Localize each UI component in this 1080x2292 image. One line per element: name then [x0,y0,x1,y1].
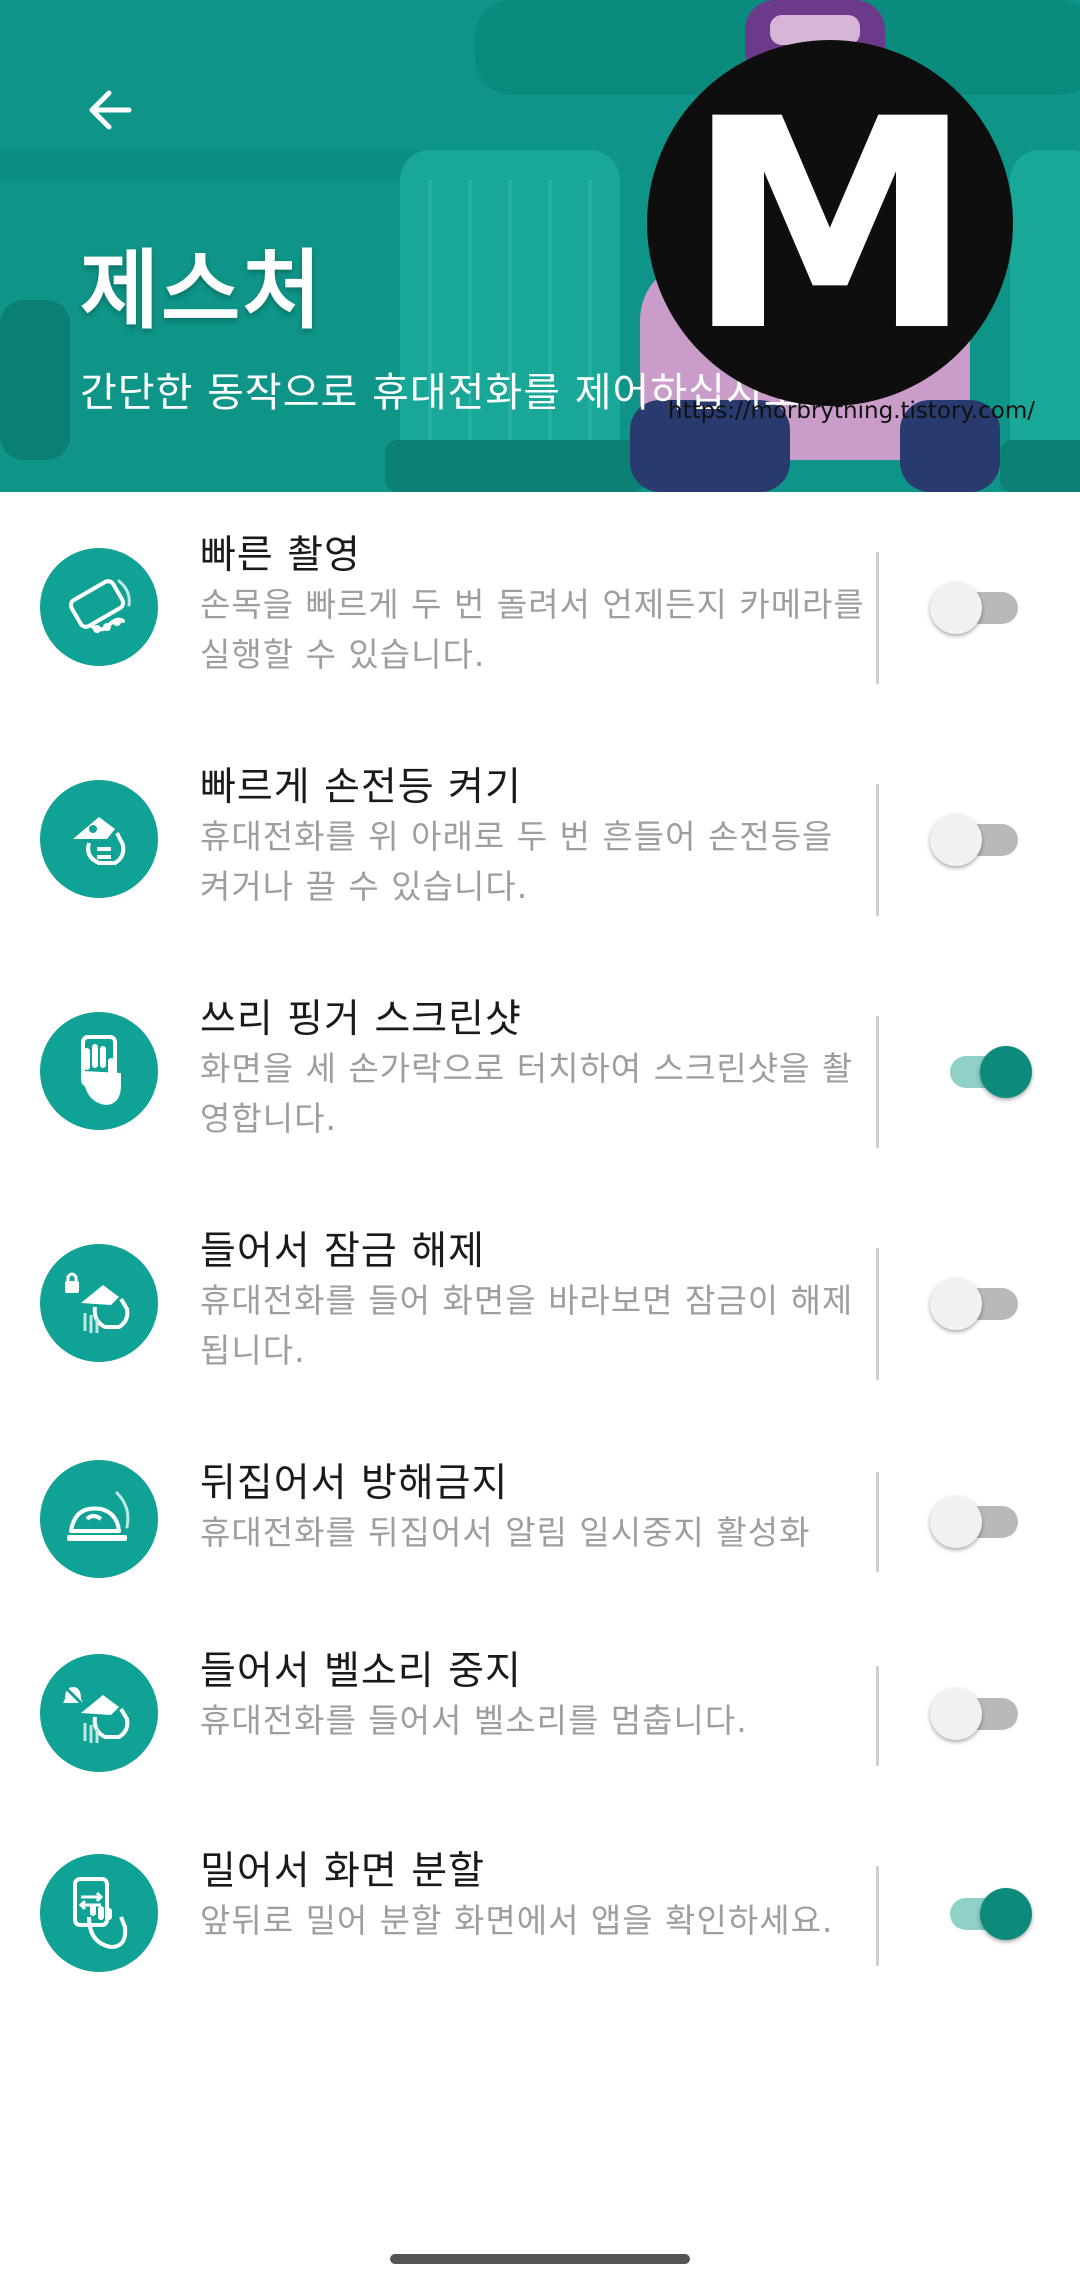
swipe-split-toggle[interactable] [930,1884,1032,1944]
flip-dnd-icon [40,1460,158,1578]
gesture-description: 화면을 세 손가락으로 터치하여 스크린샷을 촬영합니다. [200,1049,854,1138]
back-button[interactable] [70,70,150,150]
gesture-row-swipe-split[interactable]: 밀어서 화면 분할 앞뒤로 밀어 분할 화면에서 앱을 확인하세요. [0,1820,1080,2020]
gesture-title: 빠르게 손전등 켜기 [200,765,522,810]
lift-unlock-toggle[interactable] [930,1274,1030,1334]
three-finger-screenshot-toggle[interactable] [930,1042,1032,1102]
gesture-description: 휴대전화를 뒤집어서 알림 일시중지 활성화 [200,1513,811,1552]
gesture-description: 손목을 빠르게 두 번 돌려서 언제든지 카메라를 실행할 수 있습니다. [200,585,865,674]
flashlight-toggle[interactable] [930,810,1030,870]
gesture-row-lift-mute[interactable]: 들어서 벨소리 중지 휴대전화를 들어서 벨소리를 멈춥니다. [0,1620,1080,1820]
header-banner: 제스처 간단한 동작으로 휴대전화를 제어하십시오. M b https://m… [0,0,1080,492]
gesture-row-lift-unlock[interactable]: 들어서 잠금 해제 휴대전화를 들어 화면을 바라보면 잠금이 해제됩니다. [0,1188,1080,1420]
gesture-title: 밀어서 화면 분할 [200,1849,485,1894]
gesture-title: 들어서 잠금 해제 [200,1229,485,1274]
gesture-row-quick-capture[interactable]: 빠른 촬영 손목을 빠르게 두 번 돌려서 언제든지 카메라를 실행할 수 있습… [0,492,1080,724]
divider [876,1248,879,1380]
divider [876,552,879,684]
swipe-split-icon [40,1854,158,1972]
quick-capture-toggle[interactable] [930,578,1030,638]
gesture-description: 휴대전화를 들어서 벨소리를 멈춥니다. [200,1701,748,1740]
divider [876,1866,879,1966]
home-indicator[interactable] [390,2254,690,2264]
divider [876,1472,879,1572]
quick-capture-icon [40,548,158,666]
lift-mute-toggle[interactable] [930,1684,1030,1744]
gesture-row-flashlight[interactable]: 빠르게 손전등 켜기 휴대전화를 위 아래로 두 번 흔들어 손전등을 켜거나 … [0,724,1080,956]
page-title: 제스처 [80,241,324,341]
three-finger-screenshot-icon [40,1012,158,1130]
divider [876,1666,879,1766]
lift-unlock-icon [40,1244,158,1362]
gesture-description: 휴대전화를 위 아래로 두 번 흔들어 손전등을 켜거나 끌 수 있습니다. [200,817,834,906]
flip-dnd-toggle[interactable] [930,1492,1030,1552]
gesture-title: 들어서 벨소리 중지 [200,1649,522,1694]
gesture-row-three-finger[interactable]: 쓰리 핑거 스크린샷 화면을 세 손가락으로 터치하여 스크린샷을 촬영합니다. [0,956,1080,1188]
watermark-url: https://morbrything.tistory.com/ [668,398,1035,424]
gesture-description: 휴대전화를 들어 화면을 바라보면 잠금이 해제됩니다. [200,1281,854,1370]
watermark-logo: M b [647,40,1013,406]
flashlight-shake-icon [40,780,158,898]
divider [876,784,879,916]
gesture-title: 빠른 촬영 [200,533,361,578]
gesture-description: 앞뒤로 밀어 분할 화면에서 앱을 확인하세요. [200,1901,834,1940]
gesture-row-flip-dnd[interactable]: 뒤집어서 방해금지 휴대전화를 뒤집어서 알림 일시중지 활성화 [0,1420,1080,1620]
divider [876,1016,879,1148]
gesture-title: 뒤집어서 방해금지 [200,1461,509,1506]
lift-mute-icon [40,1654,158,1772]
arrow-left-icon [89,90,132,130]
gesture-title: 쓰리 핑거 스크린샷 [200,997,522,1042]
